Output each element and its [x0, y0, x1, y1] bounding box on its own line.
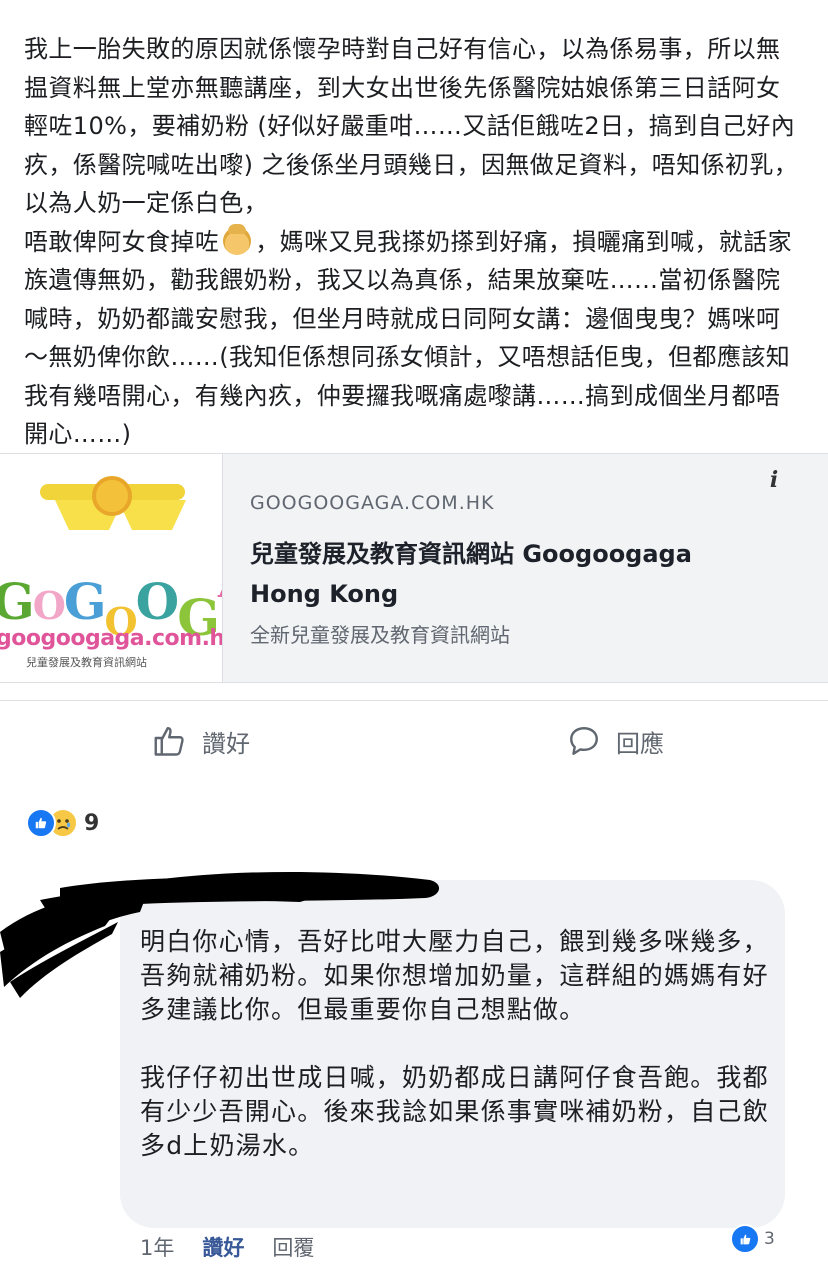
comment-reaction-count: 3 — [764, 1229, 775, 1249]
logo-letter: O — [32, 583, 66, 628]
logo-subtitle: 兒童發展及教育資訊網站 — [26, 656, 147, 669]
comment-meta: 1年 讚好 回覆 — [140, 1232, 314, 1262]
logo-ribbon-right — [118, 500, 186, 560]
like-reaction-icon — [26, 808, 56, 838]
comment-like-reaction-icon — [730, 1224, 760, 1254]
comment-reactions[interactable]: 3 — [730, 1224, 775, 1254]
link-title[interactable]: 兒童發展及教育資訊網站 Googoogaga Hong Kong — [250, 534, 770, 614]
reactions-summary[interactable]: 9 — [26, 808, 99, 838]
link-preview-card[interactable]: GOGOOGAG googoogaga.com.hk 兒童發展及教育資訊網站 i… — [0, 453, 828, 683]
logo-letter: G — [0, 572, 35, 631]
link-thumbnail: GOGOOGAG googoogaga.com.hk 兒童發展及教育資訊網站 — [0, 454, 223, 682]
facepalm-emoji-icon — [223, 223, 252, 255]
comment-reply-button[interactable]: 回覆 — [272, 1232, 314, 1262]
logo-url: googoogaga.com.hk — [0, 626, 223, 651]
logo-flower — [92, 476, 132, 516]
comment-timestamp[interactable]: 1年 — [140, 1232, 174, 1262]
logo-letter: G — [63, 572, 107, 631]
thumbs-up-icon — [154, 727, 184, 756]
reaction-count: 9 — [84, 810, 100, 836]
logo-letter: A — [218, 566, 222, 606]
post-text-part2: ，媽咪又見我搽奶搽到好痛，損曬痛到喊，就話家族遺傳無奶，勸我餵奶粉，我又以為真係… — [24, 227, 793, 449]
link-description: 全新兒童發展及教育資訊網站 — [250, 623, 510, 647]
post-text-part1: 我上一胎失敗的原因就係懷孕時對自己好有信心，以為係易事，所以無揾資料無上堂亦無聽… — [24, 35, 799, 256]
link-domain: GOOGOOGAGA.COM.HK — [250, 492, 495, 514]
info-icon[interactable]: i — [760, 466, 788, 494]
post-text: 我上一胎失敗的原因就係懷孕時對自己好有信心，以為係易事，所以無揾資料無上堂亦無聽… — [24, 30, 804, 454]
comment-bubble-icon — [570, 727, 598, 755]
post-action-bar: 讚好 回應 — [0, 700, 828, 781]
comment-text: 明白你心情，吾好比咁大壓力自己，餵到幾多咪幾多，吾夠就補奶粉。如果你想增加奶量，… — [140, 927, 769, 1160]
comment-label: 回應 — [616, 729, 664, 758]
logo-letter: O — [135, 572, 180, 631]
like-label: 讚好 — [202, 729, 250, 758]
like-button[interactable]: 讚好 — [152, 723, 250, 759]
comment-button[interactable]: 回應 — [566, 723, 664, 759]
comment-like-button[interactable]: 讚好 — [202, 1232, 244, 1262]
